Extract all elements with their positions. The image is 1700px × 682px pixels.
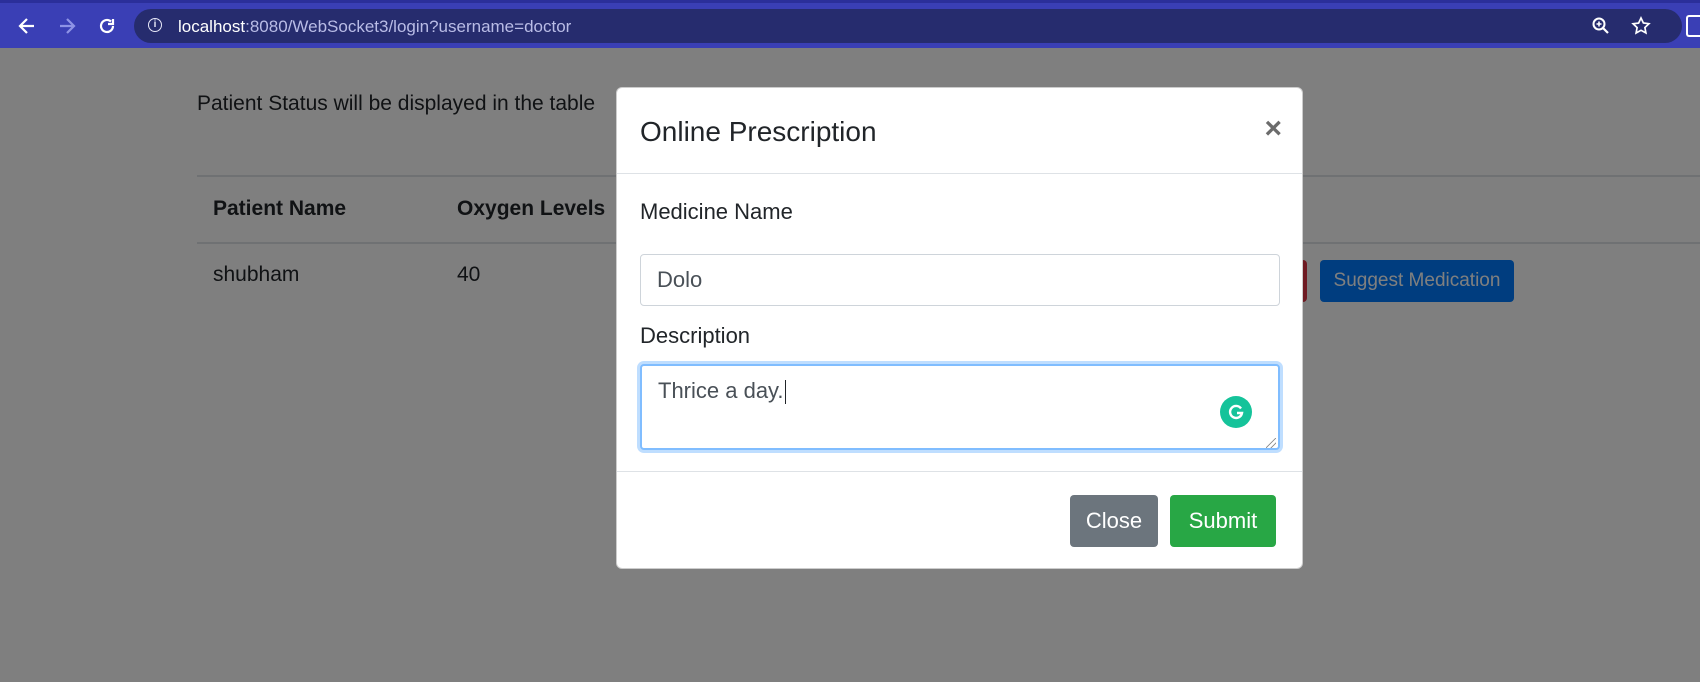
address-bar[interactable]: i localhost:8080/WebSocket3/login?userna…	[134, 9, 1682, 43]
submit-button[interactable]: Submit	[1170, 495, 1276, 547]
textarea-resize-handle[interactable]	[1266, 438, 1276, 448]
modal-title: Online Prescription	[640, 116, 877, 147]
medicine-name-label: Medicine Name	[640, 199, 793, 224]
url-text: localhost:8080/WebSocket3/login?username…	[178, 17, 572, 36]
prescription-modal: Online Prescription × Medicine Name Dolo…	[616, 87, 1303, 569]
text-caret	[784, 380, 786, 405]
star-icon[interactable]	[1630, 15, 1652, 37]
description-label: Description	[640, 323, 751, 348]
extension-icon[interactable]	[1686, 15, 1700, 37]
modal-footer-divider	[617, 471, 1302, 472]
zoom-icon[interactable]	[1590, 15, 1612, 37]
browser-toolbar: i localhost:8080/WebSocket3/login?userna…	[0, 0, 1700, 48]
forward-arrow-icon[interactable]	[52, 11, 82, 41]
close-icon[interactable]: ×	[1264, 114, 1282, 144]
description-text: Thrice a day.	[658, 378, 784, 403]
grammarly-icon[interactable]	[1220, 396, 1252, 428]
reload-icon[interactable]	[92, 11, 122, 41]
modal-header-divider	[617, 173, 1302, 174]
medicine-name-input[interactable]: Dolo	[640, 254, 1280, 306]
back-arrow-icon[interactable]	[12, 11, 42, 41]
info-icon[interactable]: i	[148, 18, 162, 32]
description-textarea[interactable]: Thrice a day.	[640, 364, 1280, 450]
close-button[interactable]: Close	[1070, 495, 1158, 547]
